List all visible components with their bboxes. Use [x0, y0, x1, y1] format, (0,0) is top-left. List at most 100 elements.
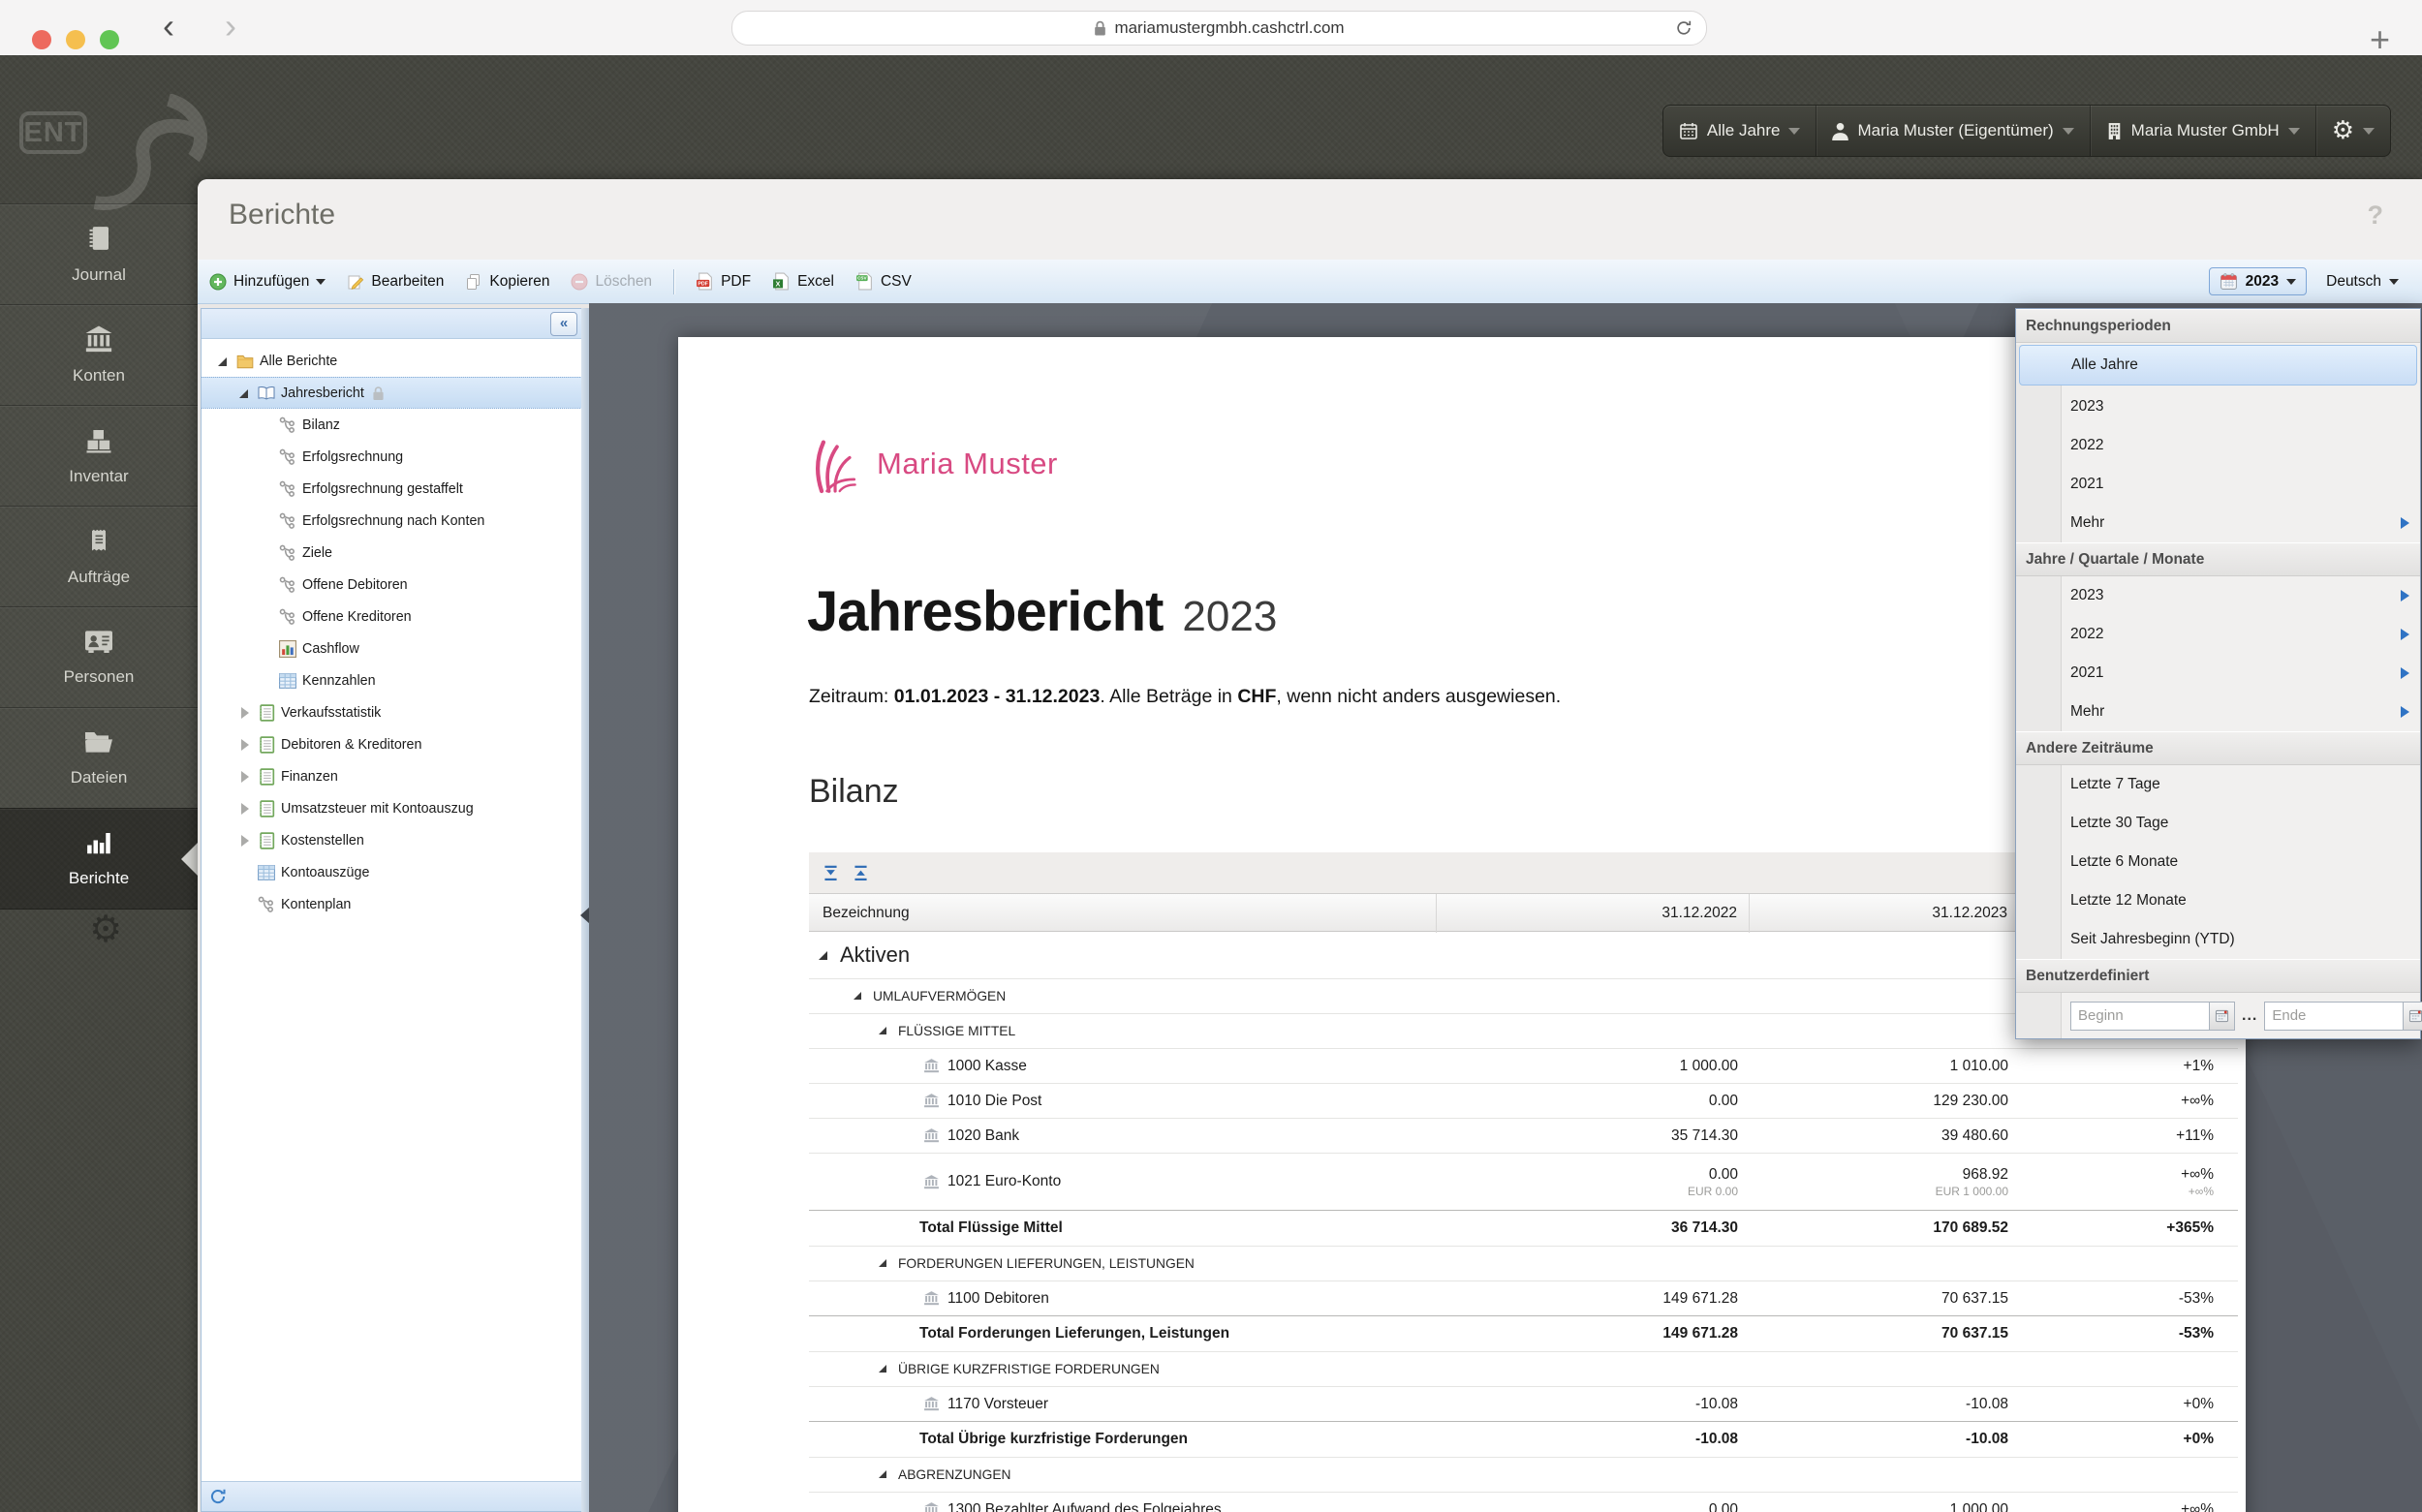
edit-button[interactable]: Bearbeiten — [347, 273, 444, 291]
period-item-0-4[interactable]: Mehr — [2016, 504, 2420, 542]
period-item-2-2[interactable]: Letzte 6 Monate — [2016, 843, 2420, 881]
table-row: 1021 Euro-Konto0.00EUR 0.00968.92EUR 1 0… — [809, 1154, 2238, 1211]
collapse-triangle-icon[interactable] — [878, 1467, 890, 1483]
copy-button[interactable]: Kopieren — [465, 273, 549, 291]
period-item-2-1[interactable]: Letzte 30 Tage — [2016, 804, 2420, 843]
tree-item-8[interactable]: Offene Kreditoren — [202, 601, 582, 633]
tree-expander-icon[interactable] — [238, 706, 252, 720]
tree-item-13[interactable]: Finanzen — [202, 760, 582, 792]
tree-item-15[interactable]: Kostenstellen — [202, 824, 582, 856]
tree-expander-icon[interactable] — [238, 386, 252, 400]
collapse-triangle-icon[interactable] — [878, 1362, 890, 1377]
period-item-0-3[interactable]: 2021 — [2016, 465, 2420, 504]
address-bar[interactable]: mariamustergmbh.cashctrl.com — [731, 11, 1707, 46]
end-date-picker-icon[interactable] — [2403, 1002, 2422, 1031]
sidebar-gear-icon[interactable]: ⚙ — [89, 908, 122, 950]
tree-expander-icon[interactable] — [238, 770, 252, 784]
value-cell-2022: 1 000.00 — [1437, 1058, 1750, 1075]
period-item-2-0[interactable]: Letzte 7 Tage — [2016, 765, 2420, 804]
organization-menu-button[interactable]: Maria Muster GmbH — [2091, 106, 2316, 156]
tree-item-6[interactable]: Ziele — [202, 537, 582, 569]
tree-item-10[interactable]: Kennzahlen — [202, 664, 582, 696]
tree-item-label: Verkaufsstatistik — [281, 705, 381, 721]
language-button[interactable]: Deutsch — [2326, 273, 2399, 291]
help-button[interactable]: ? — [2368, 201, 2384, 231]
account-bar: Alle Jahre Maria Muster (Eigentümer) Mar… — [1662, 105, 2391, 157]
csv-button[interactable]: CSV CSV — [855, 272, 912, 291]
collapse-triangle-icon[interactable] — [817, 947, 832, 963]
period-item-2-4[interactable]: Seit Jahresbeginn (YTD) — [2016, 920, 2420, 959]
zoom-window-button[interactable] — [100, 30, 119, 49]
tree-item-3[interactable]: Erfolgsrechnung — [202, 441, 582, 473]
tree-item-label: Kostenstellen — [281, 833, 364, 849]
tree-item-11[interactable]: Verkaufsstatistik — [202, 696, 582, 728]
collapse-triangle-icon[interactable] — [878, 1024, 890, 1039]
period-selector-button[interactable]: Alle Jahre — [1663, 106, 1817, 156]
submenu-arrow-icon — [2401, 629, 2409, 640]
tree-expander-spacer — [260, 674, 273, 688]
sidebar-item-konten[interactable]: Konten — [0, 304, 198, 405]
tree-item-0[interactable]: Alle Berichte — [202, 345, 582, 377]
report-year-button[interactable]: 2023 — [2209, 267, 2307, 295]
end-date-input[interactable] — [2264, 1002, 2403, 1031]
tree-item-1[interactable]: Jahresbericht — [202, 377, 582, 409]
pdf-button[interactable]: PDF PDF — [696, 272, 751, 291]
period-item-1-1[interactable]: 2022 — [2016, 615, 2420, 654]
tree-item-5[interactable]: Erfolgsrechnung nach Konten — [202, 505, 582, 537]
sidebar-item-berichte[interactable]: Berichte — [0, 808, 198, 910]
sidebar-item-journal[interactable]: Journal — [0, 203, 198, 304]
tree-expander-icon[interactable] — [238, 738, 252, 752]
table-row: 1010 Die Post0.00129 230.00+∞% — [809, 1084, 2238, 1119]
value-cell-2023: -10.08 — [1750, 1396, 2020, 1413]
tree-item-4[interactable]: Erfolgsrechnung gestaffelt — [202, 473, 582, 505]
tree-item-9[interactable]: Cashflow — [202, 633, 582, 664]
tree-item-14[interactable]: Umsatzsteuer mit Kontoauszug — [202, 792, 582, 824]
tree-expander-icon[interactable] — [217, 355, 231, 368]
sidebar-item-auftraege[interactable]: Aufträge — [0, 506, 198, 606]
close-window-button[interactable] — [32, 30, 51, 49]
excel-button[interactable]: X Excel — [772, 272, 834, 291]
period-item-0-0[interactable]: Alle Jahre — [2019, 345, 2417, 386]
browser-chrome: ‹ › mariamustergmbh.cashctrl.com + — [0, 0, 2422, 56]
collapse-panel-button[interactable]: « — [550, 312, 577, 336]
refresh-icon[interactable] — [209, 1488, 227, 1505]
add-button[interactable]: Hinzufügen — [209, 273, 326, 291]
tree-item-12[interactable]: Debitoren & Kreditoren — [202, 728, 582, 760]
collapse-all-icon[interactable] — [853, 865, 869, 881]
period-section-header: Jahre / Quartale / Monate — [2016, 542, 2420, 576]
sidebar-item-inventar[interactable]: Inventar — [0, 405, 198, 506]
new-tab-button[interactable]: + — [2370, 19, 2390, 60]
row-name-cell: 1010 Die Post — [809, 1093, 1437, 1110]
tree-expander-icon[interactable] — [238, 802, 252, 816]
user-menu-button[interactable]: Maria Muster (Eigentümer) — [1816, 106, 2090, 156]
reload-icon[interactable] — [1675, 19, 1692, 37]
begin-date-picker-icon[interactable] — [2209, 1002, 2235, 1031]
period-item-0-2[interactable]: 2022 — [2016, 426, 2420, 465]
chevron-down-icon — [2286, 279, 2296, 285]
delete-button[interactable]: Löschen — [571, 273, 652, 291]
tree-item-16[interactable]: Kontoauszüge — [202, 856, 582, 888]
period-item-1-0[interactable]: 2023 — [2016, 576, 2420, 615]
period-item-1-2[interactable]: 2021 — [2016, 654, 2420, 693]
tree-item-7[interactable]: Offene Debitoren — [202, 569, 582, 601]
berichte-icon — [84, 829, 113, 861]
tree-expander-icon[interactable] — [238, 834, 252, 848]
period-item-1-3[interactable]: Mehr — [2016, 693, 2420, 731]
panel-splitter[interactable] — [581, 308, 589, 1512]
period-item-2-3[interactable]: Letzte 12 Monate — [2016, 881, 2420, 920]
collapse-triangle-icon[interactable] — [853, 989, 865, 1004]
expand-all-icon[interactable] — [823, 865, 839, 881]
minimize-window-button[interactable] — [66, 30, 85, 49]
collapse-triangle-icon[interactable] — [878, 1256, 890, 1272]
begin-date-input[interactable] — [2070, 1002, 2209, 1031]
forward-button[interactable]: › — [225, 6, 236, 46]
grass-logo-icon — [809, 434, 863, 494]
sidebar-item-personen[interactable]: Personen — [0, 606, 198, 707]
tree-item-2[interactable]: Bilanz — [202, 409, 582, 441]
period-item-0-1[interactable]: 2023 — [2016, 387, 2420, 426]
back-button[interactable]: ‹ — [163, 6, 174, 46]
tree-item-17[interactable]: Kontenplan — [202, 888, 582, 920]
settings-menu-button[interactable]: ⚙ — [2316, 106, 2390, 156]
sidebar-item-dateien[interactable]: Dateien — [0, 707, 198, 808]
row-name-cell: Aktiven — [809, 942, 1437, 968]
